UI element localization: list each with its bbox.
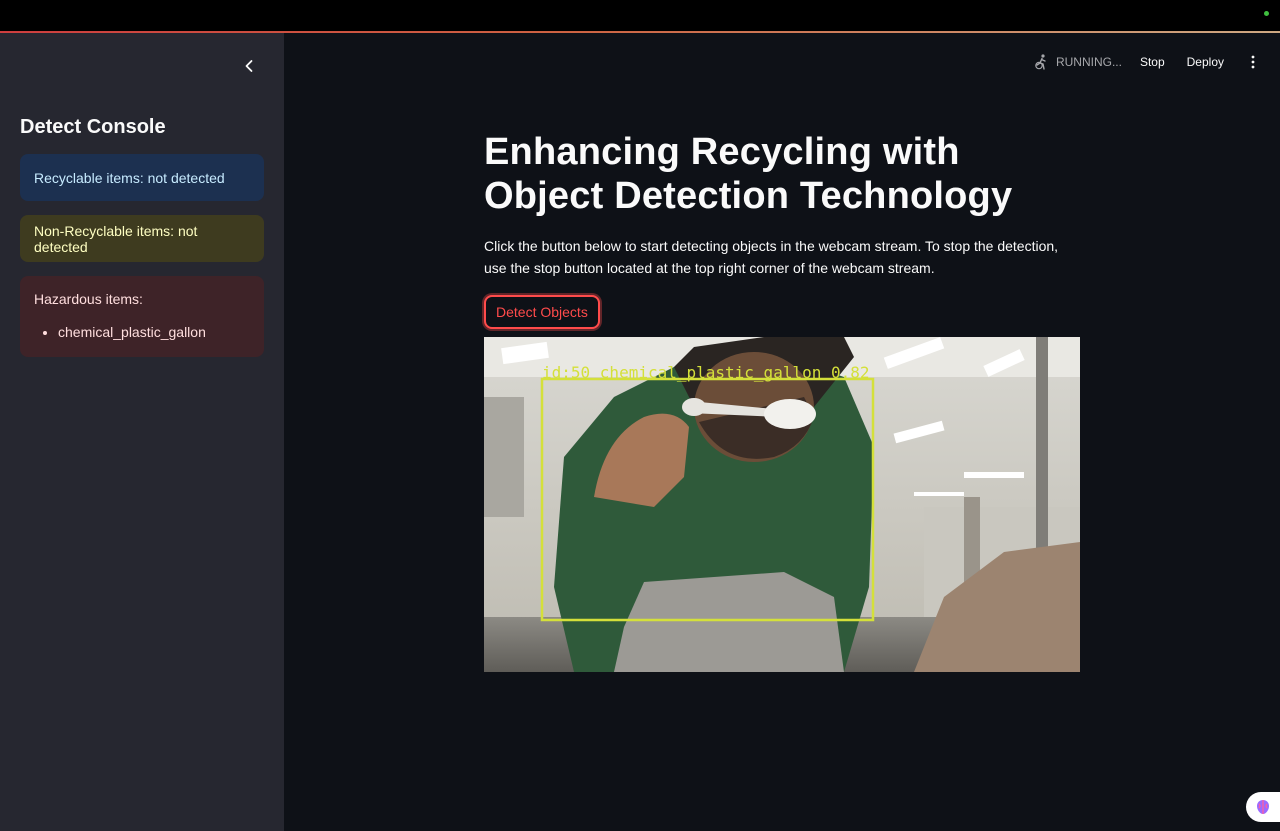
non-recyclable-alert: Non-Recyclable items: not detected xyxy=(20,215,264,262)
main-content: Enhancing Recycling with Object Detectio… xyxy=(484,130,1080,329)
stop-button[interactable]: Stop xyxy=(1140,55,1165,69)
hazardous-alert: Hazardous items: chemical_plastic_gallon xyxy=(20,276,264,357)
hazardous-list: chemical_plastic_gallon xyxy=(34,324,250,340)
recyclable-alert: Recyclable items: not detected xyxy=(20,154,264,201)
running-person-icon xyxy=(1035,54,1046,70)
running-label: RUNNING... xyxy=(1055,55,1122,69)
chevron-left-icon xyxy=(245,60,253,72)
ai-assistant-button[interactable] xyxy=(1246,792,1280,822)
main-menu-button[interactable] xyxy=(1246,50,1260,74)
page-title: Enhancing Recycling with Object Detectio… xyxy=(484,131,1013,217)
detection-label: id:50 chemical_plastic_gallon 0.82 xyxy=(542,363,870,382)
page-description: Click the button below to start detectin… xyxy=(484,238,1059,276)
status-dot xyxy=(1264,11,1269,16)
webcam-stream: id:50 chemical_plastic_gallon 0.82 xyxy=(484,337,1080,672)
sidebar: Detect Console Recyclable items: not det… xyxy=(0,33,284,831)
window-top-bar xyxy=(0,0,1280,32)
detect-objects-button[interactable]: Detect Objects xyxy=(484,295,600,329)
non-recyclable-status: Non-Recyclable items: not detected xyxy=(34,222,198,255)
deploy-button[interactable]: Deploy xyxy=(1187,55,1224,69)
more-vertical-icon xyxy=(1251,55,1255,69)
hazardous-label: Hazardous items: xyxy=(34,291,143,307)
hazardous-list-item: chemical_plastic_gallon xyxy=(58,324,250,340)
brain-icon xyxy=(1257,800,1269,814)
sidebar-title: Detect Console xyxy=(20,116,166,138)
webcam-frame: id:50 chemical_plastic_gallon 0.82 xyxy=(484,337,1080,672)
app-toolbar: RUNNING... Stop Deploy xyxy=(1032,50,1260,74)
collapse-sidebar-button[interactable] xyxy=(238,55,260,77)
recyclable-status: Recyclable items: not detected xyxy=(34,169,225,186)
running-status: RUNNING... xyxy=(1032,53,1122,71)
